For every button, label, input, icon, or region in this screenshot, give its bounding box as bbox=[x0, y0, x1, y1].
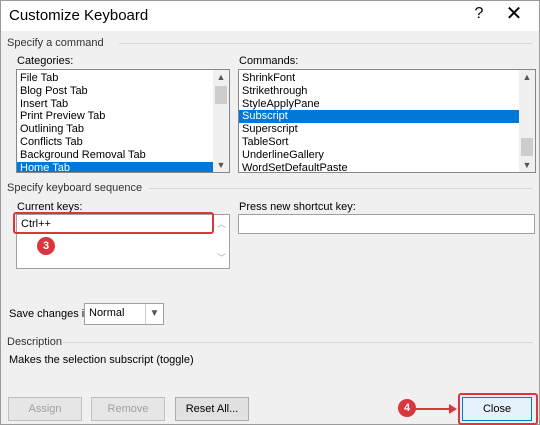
category-item[interactable]: Blog Post Tab bbox=[17, 85, 229, 98]
annotation-highlight bbox=[13, 212, 214, 234]
new-shortcut-input[interactable] bbox=[238, 214, 535, 234]
command-item[interactable]: StyleApplyPane bbox=[239, 98, 535, 111]
scroll-down-icon[interactable]: ▼ bbox=[519, 158, 535, 172]
command-item[interactable]: Subscript bbox=[239, 110, 535, 124]
customize-keyboard-dialog: Customize Keyboard ? ✕ Specify a command… bbox=[0, 0, 540, 425]
title-bar: Customize Keyboard ? ✕ bbox=[1, 1, 539, 31]
categories-list[interactable]: File Tab Blog Post Tab Insert Tab Print Pre… bbox=[16, 69, 230, 173]
dialog-title: Customize Keyboard bbox=[9, 7, 149, 24]
section-divider bbox=[119, 43, 533, 44]
scroll-thumb[interactable] bbox=[215, 86, 227, 104]
step-badge-4: 4 bbox=[398, 399, 416, 417]
commands-label: Commands: bbox=[239, 55, 299, 67]
scroll-up-icon[interactable]: ▲ bbox=[519, 70, 535, 84]
scroll-down-icon[interactable]: ▼ bbox=[213, 158, 229, 172]
command-item[interactable]: WordSetDefaultPaste bbox=[239, 162, 535, 172]
arrow-right-icon bbox=[415, 404, 457, 414]
save-changes-select[interactable]: Normal ▼ bbox=[84, 303, 164, 325]
new-shortcut-label: Press new shortcut key: bbox=[239, 201, 356, 213]
assign-button[interactable]: Assign bbox=[8, 397, 82, 421]
scroll-thumb[interactable] bbox=[521, 138, 533, 156]
category-item[interactable]: Background Removal Tab bbox=[17, 149, 229, 162]
reset-all-button[interactable]: Reset All... bbox=[175, 397, 249, 421]
chevron-down-icon[interactable]: ▼ bbox=[145, 304, 163, 324]
step-badge-3: 3 bbox=[37, 237, 55, 255]
close-icon[interactable]: ✕ bbox=[501, 3, 527, 27]
category-item[interactable]: Insert Tab bbox=[17, 98, 229, 111]
commands-scrollbar[interactable]: ▲ ▼ bbox=[519, 70, 535, 172]
category-item[interactable]: Print Preview Tab bbox=[17, 110, 229, 123]
section-keyboard-sequence: Specify keyboard sequence bbox=[7, 182, 143, 194]
command-item[interactable]: UnderlineGallery bbox=[239, 149, 535, 162]
save-changes-value: Normal bbox=[89, 307, 125, 319]
save-changes-label: Save changes in: bbox=[9, 308, 94, 320]
section-specify-command: Specify a command bbox=[7, 37, 104, 49]
categories-label: Categories: bbox=[17, 55, 74, 67]
remove-button[interactable]: Remove bbox=[91, 397, 165, 421]
category-item[interactable]: Home Tab bbox=[17, 161, 229, 172]
help-icon[interactable]: ? bbox=[469, 5, 489, 25]
scroll-down-icon[interactable]: ﹀ bbox=[217, 251, 226, 264]
command-item[interactable]: Strikethrough bbox=[239, 85, 535, 98]
category-item[interactable]: Outlining Tab bbox=[17, 123, 229, 136]
scroll-up-icon[interactable]: ︿ bbox=[217, 217, 226, 230]
command-item[interactable]: TableSort bbox=[239, 136, 535, 149]
commands-list[interactable]: ShrinkFont Strikethrough StyleApplyPane Sub… bbox=[238, 69, 536, 173]
scroll-up-icon[interactable]: ▲ bbox=[213, 70, 229, 84]
category-item[interactable]: Conflicts Tab bbox=[17, 136, 229, 149]
command-item[interactable]: ShrinkFont bbox=[239, 72, 535, 85]
command-item[interactable]: Superscript bbox=[239, 123, 535, 136]
description-text: Makes the selection subscript (toggle) bbox=[9, 354, 194, 366]
section-description: Description bbox=[7, 336, 63, 348]
close-button[interactable]: Close bbox=[462, 397, 532, 421]
current-keys-scrollbar[interactable]: ︿ ﹀ bbox=[215, 215, 229, 268]
category-item[interactable]: File Tab bbox=[17, 72, 229, 85]
section-divider bbox=[63, 342, 533, 343]
categories-scrollbar[interactable]: ▲ ▼ bbox=[213, 70, 229, 172]
section-divider bbox=[149, 188, 533, 189]
